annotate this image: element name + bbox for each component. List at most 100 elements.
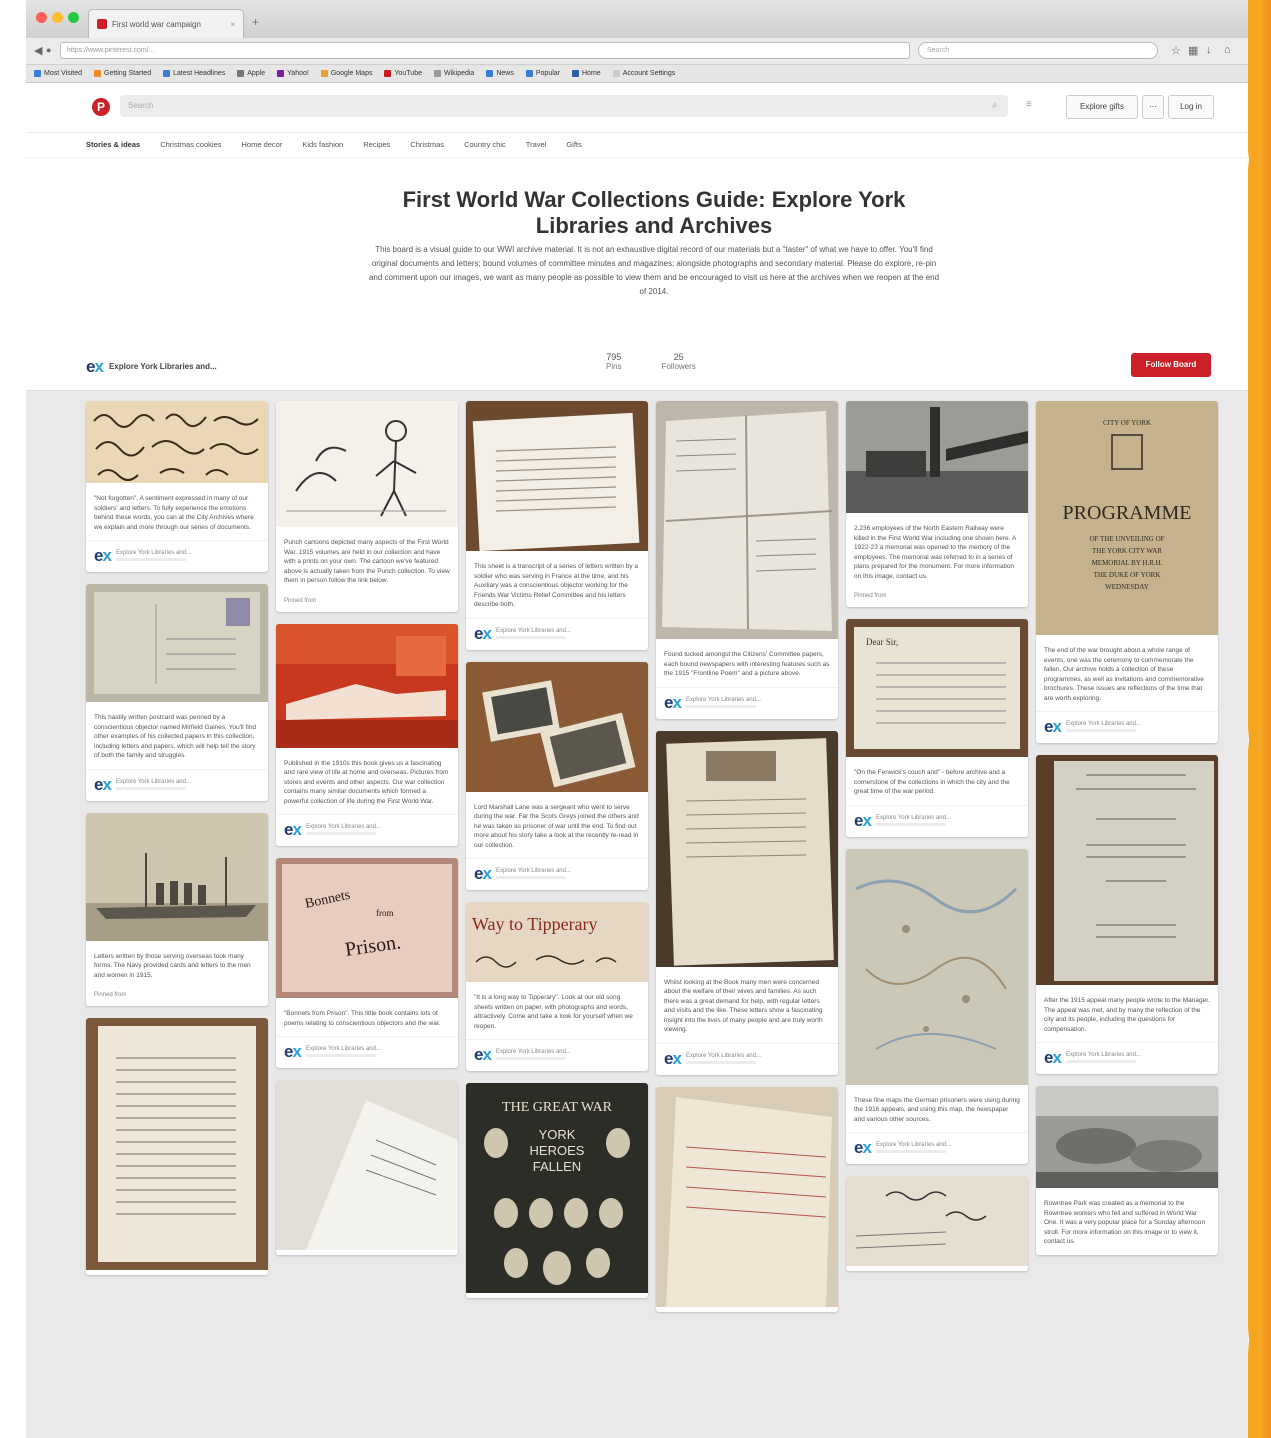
- bookmark-item[interactable]: Most Visited: [34, 70, 82, 77]
- pin-source[interactable]: ex Explore York Libraries and...: [1036, 1042, 1218, 1074]
- pin-source[interactable]: ex Explore York Libraries and...: [466, 1039, 648, 1071]
- download-icon[interactable]: ↓: [1206, 44, 1212, 56]
- bookmark-item[interactable]: Getting Started: [94, 70, 151, 77]
- home-icon[interactable]: ⌂: [1224, 44, 1231, 56]
- category-link[interactable]: Christmas: [410, 140, 444, 149]
- pin-card[interactable]: [276, 1080, 458, 1255]
- pin-card[interactable]: 2,236 employees of the North Eastern Rai…: [846, 401, 1028, 607]
- bookmark-item[interactable]: Apple: [237, 70, 265, 77]
- pin-card[interactable]: THE GREAT WAR YORK HEROES FALLEN: [466, 1083, 648, 1298]
- pin-card[interactable]: This sheet is a transcript of a series o…: [466, 401, 648, 650]
- pin-source[interactable]: ex Explore York Libraries and...: [276, 1036, 458, 1068]
- handwritten-note-image: [846, 1176, 1028, 1266]
- pin-source-label: Explore York Libraries and...: [875, 814, 951, 821]
- new-tab-icon[interactable]: +: [252, 15, 259, 29]
- tab-title: First world war campaign: [112, 19, 201, 29]
- svg-text:Dear Sir,: Dear Sir,: [866, 637, 898, 647]
- site-search-input[interactable]: Search: [120, 95, 1008, 117]
- bookmark-icon: [163, 70, 171, 77]
- star-icon[interactable]: ☆: [1171, 44, 1181, 57]
- follow-board-button[interactable]: Follow Board: [1131, 353, 1211, 377]
- pin-source[interactable]: ex Explore York Libraries and...: [846, 804, 1028, 837]
- category-link[interactable]: Kids fashion: [302, 140, 343, 149]
- pin-card[interactable]: Letters written by those serving oversea…: [86, 812, 268, 1006]
- pin-source[interactable]: ex Explore York Libraries and...: [1036, 711, 1218, 743]
- explore-gifts-button[interactable]: Explore gifts: [1066, 95, 1138, 119]
- category-link[interactable]: Gifts: [566, 140, 581, 149]
- tipperary-song-sheet-image: Way to Tipperary: [466, 902, 648, 982]
- site-info-icon[interactable]: ●: [46, 45, 51, 55]
- login-button[interactable]: Log in: [1168, 95, 1214, 119]
- bookmark-item[interactable]: YouTube: [384, 70, 422, 77]
- close-window-icon[interactable]: [36, 12, 47, 23]
- bookmark-item[interactable]: News: [486, 70, 514, 77]
- pin-source[interactable]: ex Explore York Libraries and...: [656, 686, 838, 719]
- bookmark-item[interactable]: Home: [572, 70, 601, 77]
- bookmark-item[interactable]: Google Maps: [320, 70, 372, 77]
- pin-card[interactable]: Whilst looking at the Book many men were…: [656, 730, 838, 1075]
- pin-column: Found tucked amongst the Citizens' Commi…: [656, 401, 838, 1324]
- category-link[interactable]: Home decor: [241, 140, 282, 149]
- followers-stat[interactable]: 25 Followers: [662, 352, 696, 371]
- category-link[interactable]: Recipes: [363, 140, 390, 149]
- pin-description: The end of the war brought about a whole…: [1044, 647, 1205, 702]
- pin-card[interactable]: Dear Sir, "On the Fenwick's couch and" -…: [846, 619, 1028, 837]
- bookmark-item[interactable]: Popular: [525, 70, 560, 77]
- pins-stat[interactable]: 795 Pins: [606, 352, 622, 371]
- pin-card[interactable]: Bonnets from Prison. "Bonnets from Priso…: [276, 858, 458, 1068]
- pin-card[interactable]: Way to Tipperary "It is a long way to Ti…: [466, 902, 648, 1071]
- menu-icon[interactable]: ≡: [1026, 99, 1032, 110]
- category-link[interactable]: Christmas cookies: [160, 140, 221, 149]
- more-icon[interactable]: ⋯: [1142, 95, 1164, 119]
- pinterest-favicon-icon: [97, 19, 107, 29]
- reading-list-icon[interactable]: ▦: [1188, 44, 1198, 57]
- url-bar[interactable]: https://www.pinterest.com/...: [60, 42, 910, 59]
- transcript-pages-image: [466, 401, 648, 552]
- pin-card[interactable]: This hastily written postcard was penned…: [86, 584, 268, 801]
- folder-icon: [525, 70, 533, 77]
- bookmark-item[interactable]: Latest Headlines: [163, 70, 225, 77]
- bookmark-item[interactable]: Yahoo!: [277, 70, 309, 77]
- browser-search-input[interactable]: Search: [918, 42, 1158, 59]
- yahoo-icon: [277, 70, 285, 77]
- pin-source[interactable]: ex Explore York Libraries and...: [86, 768, 268, 801]
- pin-source[interactable]: ex Explore York Libraries and...: [276, 814, 458, 846]
- pin-card[interactable]: Found tucked amongst the Citizens' Commi…: [656, 401, 838, 719]
- bookmark-item[interactable]: Wikipedia: [433, 70, 474, 77]
- category-link[interactable]: Stories & ideas: [86, 140, 140, 149]
- category-link[interactable]: Country chic: [464, 140, 506, 149]
- category-nav: Stories & ideas Christmas cookies Home d…: [26, 132, 1248, 158]
- pin-source[interactable]: ex Explore York Libraries and...: [846, 1132, 1028, 1164]
- svg-text:YORK: YORK: [539, 1127, 576, 1142]
- back-icon[interactable]: ◀: [34, 44, 42, 57]
- pin-source[interactable]: ex Explore York Libraries and...: [466, 858, 648, 890]
- board-owner[interactable]: ex Explore York Libraries and...: [86, 358, 217, 375]
- pin-card[interactable]: Published in the 1910s this book gives u…: [276, 623, 458, 846]
- category-link[interactable]: Travel: [526, 140, 547, 149]
- pin-card[interactable]: Punch cartoons depicted many aspects of …: [276, 401, 458, 612]
- minimize-window-icon[interactable]: [52, 12, 63, 23]
- pin-card[interactable]: Rowntree Park was created as a memorial …: [1036, 1086, 1218, 1255]
- pin-card[interactable]: These fine maps the German prisoners wer…: [846, 848, 1028, 1164]
- pin-description: Found tucked amongst the Citizens' Commi…: [664, 651, 830, 677]
- pin-card[interactable]: [86, 1018, 268, 1275]
- pin-card[interactable]: Lord Marshall Lane was a sergeant who we…: [466, 661, 648, 890]
- pin-source-detail: [495, 876, 566, 879]
- bookmark-item[interactable]: Account Settings: [612, 70, 675, 77]
- browser-tab[interactable]: First world war campaign ×: [88, 9, 244, 38]
- zoom-window-icon[interactable]: [68, 12, 79, 23]
- pin-source-label: Explore York Libraries and...: [1065, 721, 1141, 727]
- pin-source[interactable]: ex Explore York Libraries and...: [86, 540, 268, 572]
- pin-card[interactable]: CITY OF YORK PROGRAMME OF THE UNVEILING …: [1036, 401, 1218, 743]
- explore-york-logo-icon: ex: [474, 623, 492, 643]
- pinterest-logo-icon[interactable]: P: [92, 98, 110, 116]
- tab-close-icon[interactable]: ×: [230, 20, 235, 29]
- pin-card[interactable]: [846, 1176, 1028, 1271]
- pin-source[interactable]: ex Explore York Libraries and...: [466, 617, 648, 650]
- pin-card[interactable]: "Not forgotten". A sentiment expressed i…: [86, 401, 268, 572]
- search-icon[interactable]: ⌕: [992, 100, 998, 111]
- pin-card[interactable]: [656, 1086, 838, 1312]
- pin-card[interactable]: After the 1915 appeal many people wrote …: [1036, 755, 1218, 1074]
- pin-source[interactable]: ex Explore York Libraries and...: [656, 1042, 838, 1075]
- pin-description: Lord Marshall Lane was a sergeant who we…: [474, 803, 639, 849]
